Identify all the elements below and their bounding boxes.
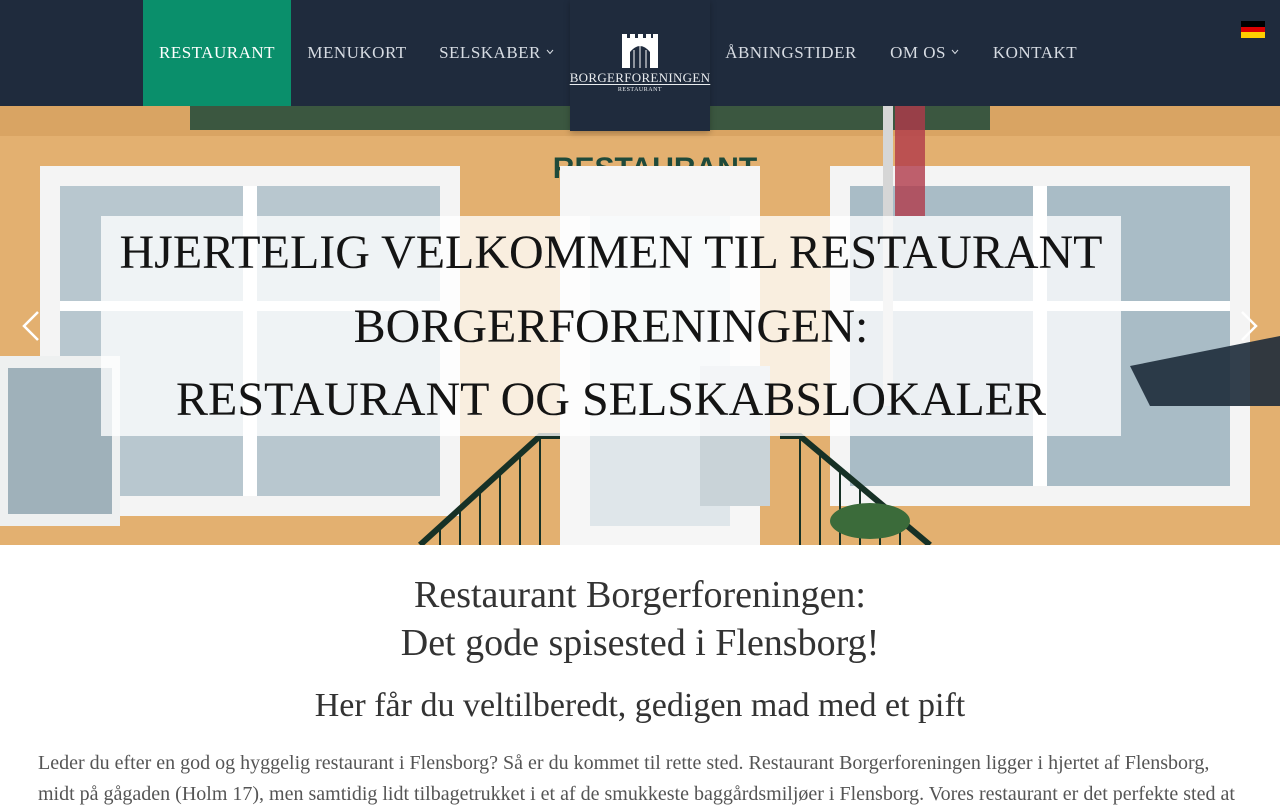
nav-item-om-os[interactable]: OM OS: [872, 0, 977, 106]
hero-title-line-1: HJERTELIG VELKOMMEN TIL RESTAURANT: [119, 226, 1103, 279]
german-flag-icon[interactable]: [1241, 21, 1265, 39]
logo-name: BORGERFORENINGEN: [569, 70, 711, 85]
page-title: Restaurant Borgerforeningen: Det gode sp…: [0, 571, 1280, 667]
site-logo[interactable]: BORGERFORENINGEN RESTAURANT: [570, 0, 710, 131]
hero-slider: RESTAURANT: [0, 106, 1280, 545]
intro-line-1: Leder du efter en god og hyggelig restau…: [38, 752, 1210, 774]
nav-item-label: RESTAURANT: [158, 43, 276, 62]
nav-item-label: SELSKABER: [439, 43, 541, 62]
nav-item-abningstider[interactable]: ÅBNINGSTIDER: [710, 0, 872, 106]
intro-paragraph: Leder du efter en god og hyggelig restau…: [38, 748, 1242, 810]
nav-item-label: MENUKORT: [307, 43, 407, 62]
page-title-line-1: Restaurant Borgerforeningen:: [414, 574, 866, 616]
nav-item-label: OM OS: [890, 43, 946, 62]
nav-item-selskaber[interactable]: SELSKABER: [423, 0, 570, 106]
flag-stripe-gold: [1241, 32, 1265, 39]
page-subtitle: Her får du veltilberedt, gedigen mad med…: [314, 687, 966, 724]
hero-title-line-3: RESTAURANT OG SELSKABSLOKALER: [176, 373, 1046, 426]
logo-subtitle: RESTAURANT: [617, 87, 663, 93]
nav-item-label: ÅBNINGSTIDER: [725, 43, 857, 62]
nav-item-label: KONTAKT: [992, 43, 1078, 62]
chevron-left-icon: [22, 311, 39, 341]
page-title-line-2: Det gode spisested i Flensborg!: [400, 622, 880, 664]
nav-item-menukort[interactable]: MENUKORT: [291, 0, 423, 106]
nav-item-kontakt[interactable]: KONTAKT: [977, 0, 1093, 106]
nav-item-restaurant[interactable]: RESTAURANT: [143, 0, 291, 106]
slider-next-button[interactable]: [1234, 306, 1264, 346]
chevron-down-icon: [546, 47, 554, 58]
slider-prev-button[interactable]: [16, 306, 46, 346]
building-gate-icon: [622, 34, 658, 68]
hero-title-line-2: BORGERFORENINGEN:: [353, 300, 869, 353]
intro-line-2: midt på gågaden (Holm 17), men samtidig …: [38, 783, 1235, 805]
chevron-down-icon: [951, 47, 959, 58]
chevron-right-icon: [1241, 311, 1258, 341]
